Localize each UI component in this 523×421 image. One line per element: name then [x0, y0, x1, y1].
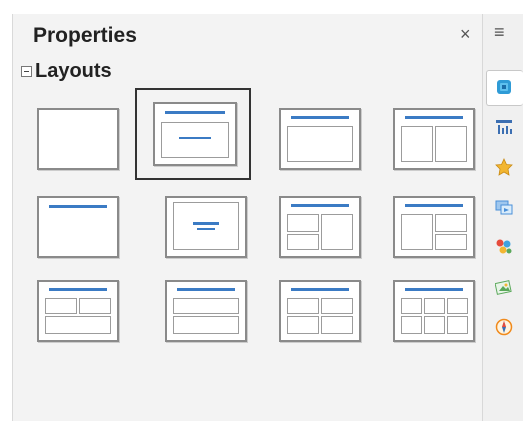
title-placeholder [165, 111, 225, 114]
layout-title-content-over-content[interactable] [155, 270, 271, 356]
tab-gallery[interactable] [491, 274, 517, 300]
layout-title-2content-over-content[interactable] [27, 270, 143, 356]
layout-thumbnail [393, 280, 475, 342]
layout-thumbnail [165, 280, 247, 342]
layout-thumbnail [37, 196, 119, 258]
content-placeholder [45, 316, 111, 334]
content-placeholder [401, 214, 433, 250]
centered-placeholder [173, 202, 239, 250]
content-placeholder [401, 298, 422, 314]
panel-title: Properties [33, 24, 137, 47]
layout-thumbnail [279, 196, 361, 258]
content-placeholder [435, 214, 467, 232]
layout-thumbnail [279, 280, 361, 342]
title-placeholder [177, 288, 235, 291]
title-placeholder [291, 116, 349, 119]
layout-blank[interactable] [27, 98, 143, 184]
content-placeholder [447, 316, 468, 334]
content-placeholder [401, 126, 433, 162]
tab-styles[interactable] [491, 234, 517, 260]
content-placeholder [424, 316, 445, 334]
menu-icon[interactable]: ≡ [494, 22, 505, 43]
layout-thumbnail [393, 196, 475, 258]
content-placeholder [435, 126, 467, 162]
master-slides-icon [495, 158, 513, 176]
properties-panel: Properties × Layouts [12, 14, 483, 421]
sidebar-window: Properties × Layouts ≡ [0, 0, 523, 421]
layout-thumbnail [279, 108, 361, 170]
content-placeholder [435, 234, 467, 250]
layout-title-content[interactable] [135, 88, 251, 180]
sidebar-tab-bar: ≡ [482, 14, 523, 421]
gallery-icon [495, 280, 512, 295]
layout-centered-text[interactable] [155, 186, 271, 272]
content-placeholder [321, 316, 353, 334]
close-icon[interactable]: × [460, 24, 471, 45]
layout-title-2content-and-content[interactable] [269, 186, 385, 272]
title-placeholder [49, 288, 107, 291]
tab-navigator[interactable] [491, 314, 517, 340]
content-placeholder [287, 298, 319, 314]
layout-title-content-box[interactable] [269, 98, 385, 184]
content-placeholder [287, 234, 319, 250]
content-placeholder [161, 122, 229, 158]
content-placeholder [424, 298, 445, 314]
section-title: Layouts [35, 60, 112, 82]
tab-slide-transition[interactable] [491, 114, 517, 140]
title-placeholder [405, 288, 463, 291]
content-line [179, 137, 211, 139]
styles-icon [496, 239, 512, 254]
title-placeholder [405, 116, 463, 119]
content-placeholder [447, 298, 468, 314]
centered-line [193, 222, 219, 225]
content-placeholder [287, 214, 319, 232]
centered-line [197, 228, 215, 230]
content-placeholder [401, 316, 422, 334]
title-placeholder [405, 204, 463, 207]
layout-title-4-content[interactable] [269, 270, 385, 356]
navigator-icon [495, 318, 513, 336]
content-placeholder [287, 316, 319, 334]
layout-thumbnail [165, 196, 247, 258]
properties-icon [497, 80, 511, 94]
slide-transition-icon [496, 120, 512, 134]
content-placeholder [79, 298, 111, 314]
content-placeholder [173, 298, 239, 314]
tab-properties[interactable] [486, 70, 523, 106]
content-placeholder [45, 298, 77, 314]
content-placeholder [321, 214, 353, 250]
layouts-grid [27, 88, 475, 390]
layout-thumbnail [393, 108, 475, 170]
content-placeholder [173, 316, 239, 334]
content-placeholder [287, 126, 353, 162]
layout-thumbnail [37, 108, 119, 170]
layout-thumbnail [153, 102, 237, 166]
layout-title-only[interactable] [27, 186, 143, 272]
title-placeholder [291, 288, 349, 291]
tab-custom-animation[interactable] [491, 194, 517, 220]
tab-master-slides[interactable] [491, 154, 517, 180]
title-placeholder [291, 204, 349, 207]
custom-animation-icon [495, 200, 513, 215]
title-placeholder [49, 205, 107, 208]
layout-thumbnail [37, 280, 119, 342]
content-placeholder [321, 298, 353, 314]
panel-header: Properties × [13, 14, 483, 54]
collapse-icon[interactable] [21, 66, 32, 77]
